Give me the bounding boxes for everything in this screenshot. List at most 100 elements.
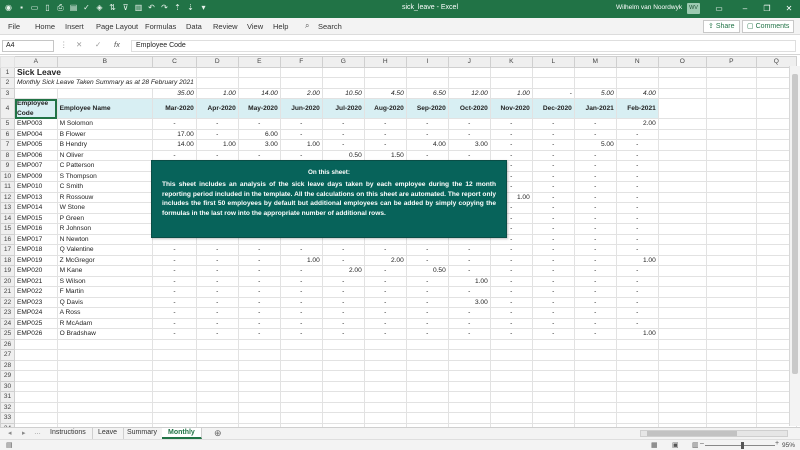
row-header[interactable]: 10	[0, 170, 15, 182]
leave-days-cell[interactable]: 4.00	[405, 139, 449, 151]
cell[interactable]	[705, 66, 757, 78]
employee-code-cell[interactable]: EMP024	[14, 307, 58, 319]
ribbon-display-icon[interactable]: ▭	[712, 3, 726, 15]
cell[interactable]	[363, 349, 407, 361]
column-header[interactable]: D	[195, 56, 239, 68]
column-header[interactable]: P	[705, 56, 757, 68]
row-header[interactable]: 20	[0, 275, 15, 287]
row-header[interactable]: 21	[0, 286, 15, 298]
leave-days-cell[interactable]: -	[615, 265, 659, 277]
cell[interactable]	[489, 401, 533, 413]
cell[interactable]	[14, 401, 58, 413]
cell[interactable]	[321, 412, 365, 424]
employee-code-cell[interactable]: EMP022	[14, 286, 58, 298]
cell[interactable]	[279, 370, 323, 382]
employee-name-cell[interactable]: Q Valentine	[56, 244, 154, 256]
search-box[interactable]: Search	[318, 22, 342, 31]
leave-days-cell[interactable]: 1.00	[279, 139, 323, 151]
employee-code-cell[interactable]: EMP017	[14, 233, 58, 245]
cell[interactable]	[657, 328, 707, 340]
cell[interactable]	[237, 412, 281, 424]
leave-days-cell[interactable]: -	[363, 296, 407, 308]
cell[interactable]	[705, 244, 757, 256]
leave-days-cell[interactable]: -	[531, 296, 575, 308]
cell[interactable]	[705, 202, 757, 214]
cell[interactable]	[195, 370, 239, 382]
cell[interactable]	[531, 412, 575, 424]
cell[interactable]	[705, 391, 757, 403]
cell[interactable]	[195, 349, 239, 361]
accessibility-icon[interactable]: ▤	[6, 441, 13, 449]
cell[interactable]	[573, 391, 617, 403]
filter-icon[interactable]: ⊽	[121, 3, 130, 13]
cell[interactable]	[56, 412, 154, 424]
leave-days-cell[interactable]: -	[405, 149, 449, 161]
cell[interactable]	[195, 401, 239, 413]
cell[interactable]	[657, 391, 707, 403]
leave-days-cell[interactable]: 1.00	[615, 328, 659, 340]
cell[interactable]	[321, 77, 365, 89]
leave-days-cell[interactable]: -	[405, 307, 449, 319]
cell[interactable]	[321, 401, 365, 413]
tab-instructions[interactable]: Instructions	[44, 428, 93, 439]
cell[interactable]	[657, 181, 707, 193]
cell[interactable]	[705, 223, 757, 235]
autosave-icon[interactable]: ◉	[4, 3, 13, 13]
employee-name-cell[interactable]: A Ross	[56, 307, 154, 319]
leave-days-cell[interactable]: -	[573, 212, 617, 224]
cell[interactable]	[14, 412, 58, 424]
cell[interactable]	[657, 275, 707, 287]
leave-days-cell[interactable]: -	[405, 275, 449, 287]
zoom-in-icon[interactable]: +	[775, 440, 779, 447]
cell[interactable]	[363, 380, 407, 392]
employee-name-cell[interactable]: R McAdam	[56, 317, 154, 329]
leave-days-cell[interactable]: -	[363, 328, 407, 340]
open-icon[interactable]: ▭	[30, 3, 39, 13]
employee-name-cell[interactable]: R Johnson	[56, 223, 154, 235]
name-box[interactable]: A4	[2, 40, 54, 52]
row-header[interactable]: 15	[0, 223, 15, 235]
leave-days-cell[interactable]: -	[152, 265, 197, 277]
leave-days-cell[interactable]: -	[152, 149, 197, 161]
cell[interactable]	[405, 359, 449, 371]
cell[interactable]	[573, 359, 617, 371]
cell[interactable]	[657, 77, 707, 89]
zoom-slider[interactable]	[705, 445, 775, 446]
cell[interactable]	[321, 370, 365, 382]
cell[interactable]	[405, 370, 449, 382]
cell[interactable]	[447, 401, 491, 413]
cell[interactable]	[705, 349, 757, 361]
cell[interactable]	[237, 77, 281, 89]
leave-days-cell[interactable]: -	[363, 118, 407, 130]
cell[interactable]	[195, 66, 239, 78]
leave-days-cell[interactable]: -	[573, 275, 617, 287]
cell[interactable]	[657, 87, 707, 99]
cell[interactable]	[573, 412, 617, 424]
cell[interactable]	[447, 77, 491, 89]
new-icon[interactable]: ▯	[43, 3, 52, 13]
row-header[interactable]: 3	[0, 87, 15, 99]
cell[interactable]	[405, 77, 449, 89]
chart-icon[interactable]: ▥	[134, 3, 143, 13]
employee-code-cell[interactable]: EMP025	[14, 317, 58, 329]
leave-days-cell[interactable]: -	[152, 275, 197, 287]
leave-days-cell[interactable]: -	[279, 265, 323, 277]
leave-days-cell[interactable]: -	[447, 317, 491, 329]
employee-name-cell[interactable]: S Thompson	[56, 170, 154, 182]
employee-code-cell[interactable]: EMP013	[14, 191, 58, 203]
cell[interactable]	[237, 380, 281, 392]
total-cell[interactable]: 35.00	[152, 87, 197, 99]
cell[interactable]	[321, 359, 365, 371]
employee-code-cell[interactable]: EMP004	[14, 128, 58, 140]
cell[interactable]	[705, 128, 757, 140]
leave-days-cell[interactable]: -	[152, 244, 197, 256]
leave-days-cell[interactable]: 17.00	[152, 128, 197, 140]
leave-days-cell[interactable]: -	[279, 149, 323, 161]
cell[interactable]	[615, 380, 659, 392]
cell[interactable]	[279, 391, 323, 403]
cell[interactable]	[56, 401, 154, 413]
cell[interactable]	[56, 87, 154, 99]
user-name[interactable]: Wilhelm van Noordwyk	[616, 4, 682, 11]
leave-days-cell[interactable]: -	[405, 254, 449, 266]
employee-name-cell[interactable]: C Smith	[56, 181, 154, 193]
